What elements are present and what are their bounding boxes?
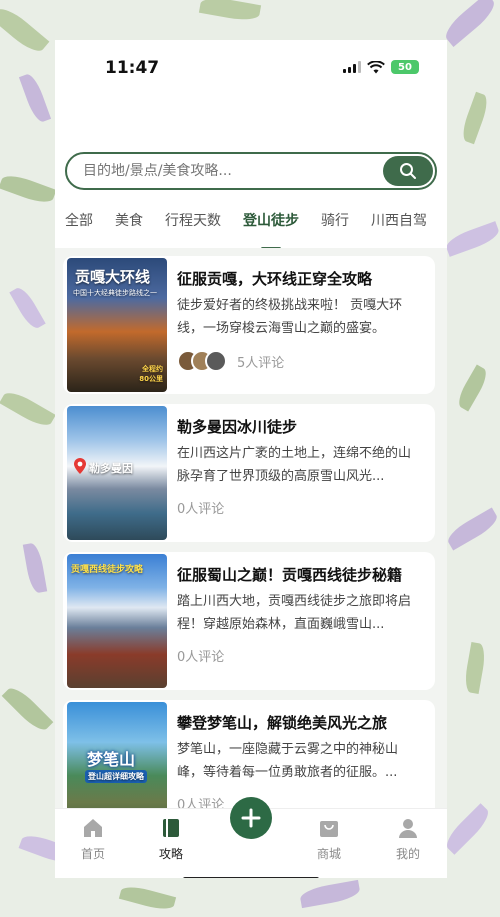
thumbnail-subtitle: 登山超详细攻略 <box>85 770 147 783</box>
search-icon <box>400 163 416 179</box>
search-button[interactable] <box>383 156 433 186</box>
thumbnail-note: 全程约 80公里 <box>139 365 163 383</box>
tab-all[interactable]: 全部 <box>65 210 93 240</box>
home-icon <box>84 819 102 837</box>
article-desc: 踏上川西大地，贡嘎西线徒步之旅即将启程！穿越原始森林，直面巍峨雪山... <box>177 594 412 632</box>
status-time: 11:47 <box>105 58 160 78</box>
category-tabs: 全部 美食 行程天数 登山徒步 骑行 川西自驾 <box>55 210 447 250</box>
avatar <box>205 350 227 372</box>
search-box <box>65 152 437 190</box>
nav-guide[interactable]: 攻略 <box>141 817 201 862</box>
article-list: 贡嘎大环线 中国十大经典徒步路线之一 全程约 80公里 征服贡嘎，大环线正穿全攻… <box>55 248 447 838</box>
book-icon <box>163 819 179 837</box>
thumbnail-title: 勒多曼因 <box>89 462 133 475</box>
article-title: 攀登梦笔山，解锁绝美风光之旅 <box>177 714 388 732</box>
article-title: 征服蜀山之巅！贡嘎西线徒步秘籍 <box>177 566 403 584</box>
comment-count: 0人评论 <box>177 502 225 517</box>
tab-hiking[interactable]: 登山徒步 <box>243 210 299 250</box>
plus-icon <box>241 808 261 828</box>
tab-western-sichuan-drive[interactable]: 川西自驾 <box>371 210 427 240</box>
list-item[interactable]: 贡嘎西线徒步攻略 征服蜀山之巅！贡嘎西线徒步秘籍 踏上川西大地，贡嘎西线徒步之旅… <box>63 552 435 690</box>
nav-shop-label: 商城 <box>316 847 341 861</box>
article-meta: 0人评论 <box>177 498 224 517</box>
article-meta: 0人评论 <box>177 646 224 665</box>
nav-home[interactable]: 首页 <box>63 817 123 862</box>
nav-home-label: 首页 <box>80 847 105 861</box>
shop-icon <box>320 821 338 837</box>
tab-food[interactable]: 美食 <box>115 210 143 240</box>
article-thumbnail: 贡嘎西线徒步攻略 <box>67 554 167 688</box>
thumbnail-title: 贡嘎西线徒步攻略 <box>71 565 144 575</box>
comment-count: 5人评论 <box>237 355 285 371</box>
add-button[interactable] <box>230 797 272 839</box>
commenter-avatars <box>177 350 227 372</box>
home-indicator <box>183 877 319 878</box>
status-icons: 50 <box>343 60 419 74</box>
article-desc: 徒步爱好者的终极挑战来啦！ 贡嘎大环线，一场穿梭云海雪山之巅的盛宴。 <box>177 298 403 336</box>
article-desc: 梦笔山，一座隐藏于云雾之中的神秘山峰，等待着每一位勇敢旅者的征服。... <box>177 742 399 780</box>
thumbnail-subtitle: 中国十大经典徒步路线之一 <box>73 289 157 297</box>
signal-icon <box>343 61 361 73</box>
phone-screen: 11:47 50 全部 美食 行程天数 登山徒步 骑行 <box>55 40 447 878</box>
search-input[interactable] <box>83 163 353 179</box>
list-item[interactable]: 贡嘎大环线 中国十大经典徒步路线之一 全程约 80公里 征服贡嘎，大环线正穿全攻… <box>63 256 435 394</box>
comment-count: 0人评论 <box>177 650 225 665</box>
nav-mine[interactable]: 我的 <box>378 817 438 862</box>
wifi-icon <box>367 60 385 73</box>
thumbnail-title: 贡嘎大环线 <box>75 268 151 286</box>
status-bar: 11:47 50 <box>55 40 447 100</box>
list-item[interactable]: 勒多曼因 勒多曼因冰川徒步 在川西这片广袤的土地上，连绵不绝的山脉孕育了世界顶级… <box>63 404 435 542</box>
nav-guide-label: 攻略 <box>158 847 183 861</box>
tab-itinerary-days[interactable]: 行程天数 <box>165 210 221 240</box>
article-meta: 5人评论 <box>177 350 284 372</box>
nav-mine-label: 我的 <box>395 847 420 861</box>
article-thumbnail: 贡嘎大环线 中国十大经典徒步路线之一 全程约 80公里 <box>67 258 167 392</box>
thumbnail-title: 梦笔山 <box>87 750 136 769</box>
profile-icon <box>399 819 417 838</box>
article-title: 征服贡嘎，大环线正穿全攻略 <box>177 270 373 288</box>
article-desc: 在川西这片广袤的土地上，连绵不绝的山脉孕育了世界顶级的高原雪山风光... <box>177 446 412 484</box>
article-thumbnail: 勒多曼因 <box>67 406 167 540</box>
nav-shop[interactable]: 商城 <box>299 817 359 862</box>
search-bar <box>65 152 437 190</box>
bottom-navigation: 首页 攻略 商城 我的 <box>55 797 447 878</box>
location-pin-icon <box>74 458 86 474</box>
battery-icon: 50 <box>391 60 419 74</box>
article-title: 勒多曼因冰川徒步 <box>177 418 298 436</box>
tab-cycling[interactable]: 骑行 <box>321 210 349 240</box>
